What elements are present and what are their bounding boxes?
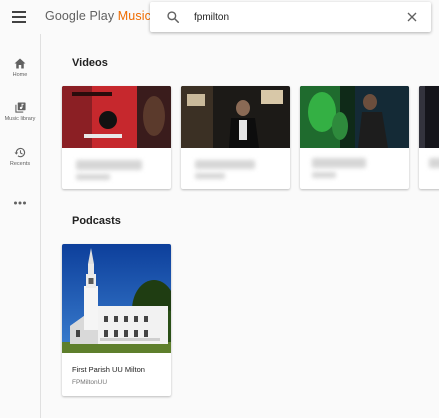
video-thumbnail <box>300 86 409 148</box>
sidebar-item-label: Recents <box>9 161 31 167</box>
sidebar-item-label: Music library <box>4 116 36 122</box>
videos-section-title: Videos <box>72 57 108 69</box>
menu-icon[interactable] <box>12 11 26 23</box>
redacted-text <box>195 173 225 179</box>
podcast-artwork-church <box>62 244 171 353</box>
top-app-bar: Google Play Music <box>0 0 439 34</box>
video-card[interactable] <box>300 86 409 189</box>
history-icon <box>14 147 26 158</box>
video-thumbnail <box>62 86 171 148</box>
podcast-subtitle: FPMiltonUU <box>72 379 108 386</box>
video-card[interactable] <box>419 86 439 189</box>
redacted-text <box>76 174 110 180</box>
sidebar-item-recents[interactable]: Recents <box>0 147 40 167</box>
side-navigation: Home Music library Recents <box>0 34 40 418</box>
more-horizontal-icon[interactable] <box>13 200 27 206</box>
home-icon <box>14 58 26 69</box>
podcast-title: First Parish UU Milton <box>72 365 145 374</box>
podcasts-section-title: Podcasts <box>72 215 121 227</box>
redacted-text <box>76 160 142 170</box>
brand-prefix: Google Play <box>45 9 118 23</box>
redacted-text <box>429 158 439 168</box>
video-thumbnail <box>181 86 290 148</box>
video-thumbnail <box>419 86 439 148</box>
podcast-card[interactable]: First Parish UU Milton FPMiltonUU <box>62 244 171 396</box>
sidebar-item-music-library[interactable]: Music library <box>0 102 40 122</box>
search-input[interactable] <box>194 9 394 25</box>
close-icon[interactable] <box>406 11 418 23</box>
redacted-text <box>312 158 366 168</box>
search-icon[interactable] <box>166 10 180 24</box>
search-box <box>150 2 431 32</box>
redacted-text <box>312 172 336 178</box>
video-card[interactable] <box>62 86 171 189</box>
music-library-icon <box>14 102 26 113</box>
video-card[interactable] <box>181 86 290 189</box>
redacted-text <box>195 160 255 169</box>
sidebar-item-home[interactable]: Home <box>0 58 40 78</box>
sidebar-item-label: Home <box>12 72 28 78</box>
brand-accent: Music <box>117 9 151 23</box>
app-logo[interactable]: Google Play Music <box>45 9 151 23</box>
sidebar-divider <box>40 34 41 418</box>
